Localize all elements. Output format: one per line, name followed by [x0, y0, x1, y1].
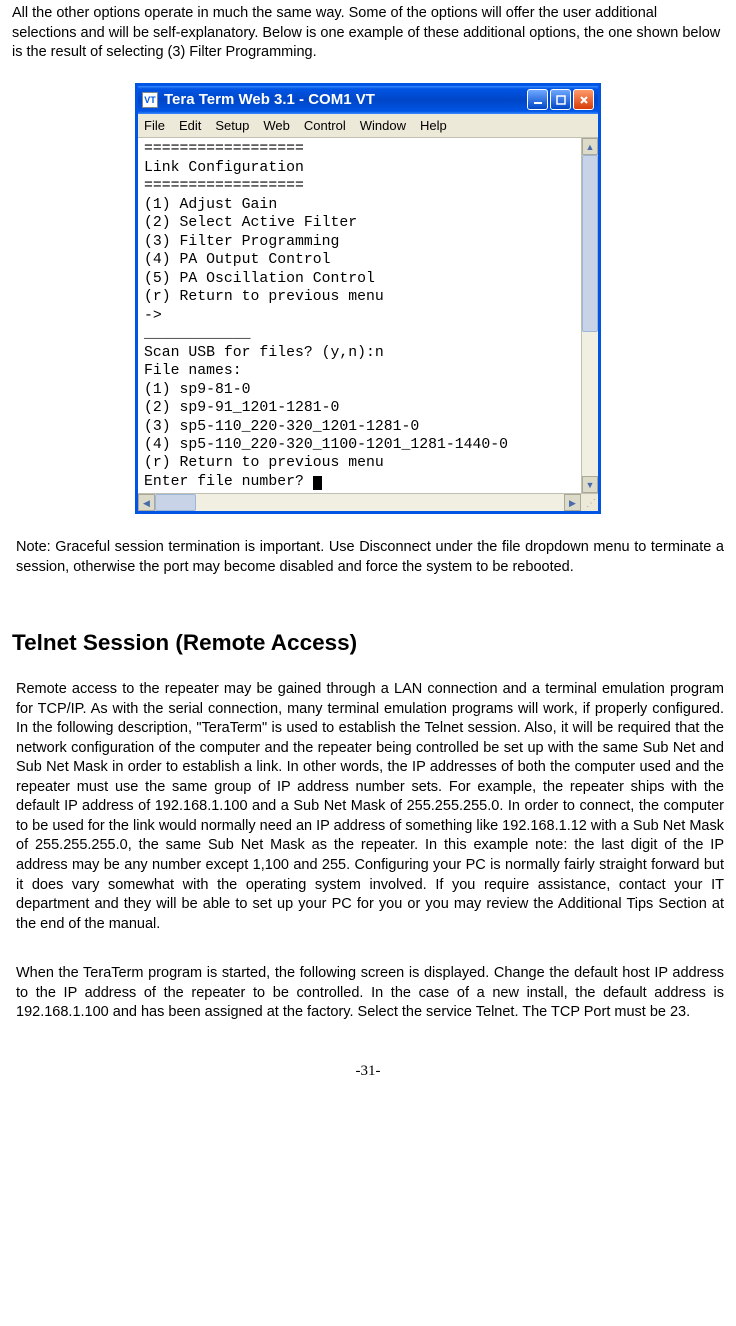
scroll-left-icon[interactable]: ◀ [138, 494, 155, 511]
maximize-button[interactable] [550, 89, 571, 110]
resize-grip-icon[interactable]: ⋰ [581, 494, 598, 511]
scroll-up-icon[interactable]: ▲ [582, 138, 598, 155]
scroll-right-icon[interactable]: ▶ [564, 494, 581, 511]
body-paragraph-1: Remote access to the repeater may be gai… [16, 680, 724, 934]
teraterm-window: VT Tera Term Web 3.1 - COM1 VT File Edit… [135, 83, 601, 515]
window-title: Tera Term Web 3.1 - COM1 VT [164, 90, 375, 110]
scroll-down-icon[interactable]: ▼ [582, 476, 598, 493]
menu-file[interactable]: File [144, 117, 165, 135]
terminal-output[interactable]: ================== Link Configuration ==… [138, 138, 581, 493]
titlebar[interactable]: VT Tera Term Web 3.1 - COM1 VT [138, 86, 598, 114]
close-button[interactable] [573, 89, 594, 110]
hscroll-track[interactable] [155, 494, 564, 511]
cursor-icon [313, 476, 322, 490]
section-heading: Telnet Session (Remote Access) [12, 628, 724, 658]
menu-setup[interactable]: Setup [215, 117, 249, 135]
intro-paragraph: All the other options operate in much th… [12, 4, 724, 63]
menu-web[interactable]: Web [263, 117, 290, 135]
menu-window[interactable]: Window [360, 117, 406, 135]
menu-help[interactable]: Help [420, 117, 447, 135]
vertical-scrollbar[interactable]: ▲ ▼ [581, 138, 598, 493]
note-paragraph: Note: Graceful session termination is im… [16, 538, 724, 577]
scroll-thumb[interactable] [582, 155, 598, 332]
minimize-button[interactable] [527, 89, 548, 110]
menu-control[interactable]: Control [304, 117, 346, 135]
menubar: File Edit Setup Web Control Window Help [138, 114, 598, 139]
body-paragraph-2: When the TeraTerm program is started, th… [16, 964, 724, 1023]
window-controls [527, 89, 594, 110]
page-number: -31- [12, 1061, 724, 1081]
hscroll-thumb[interactable] [155, 494, 196, 511]
horizontal-scrollbar[interactable]: ◀ ▶ [138, 494, 581, 511]
app-icon: VT [142, 92, 158, 108]
scroll-track[interactable] [582, 155, 598, 476]
menu-edit[interactable]: Edit [179, 117, 201, 135]
